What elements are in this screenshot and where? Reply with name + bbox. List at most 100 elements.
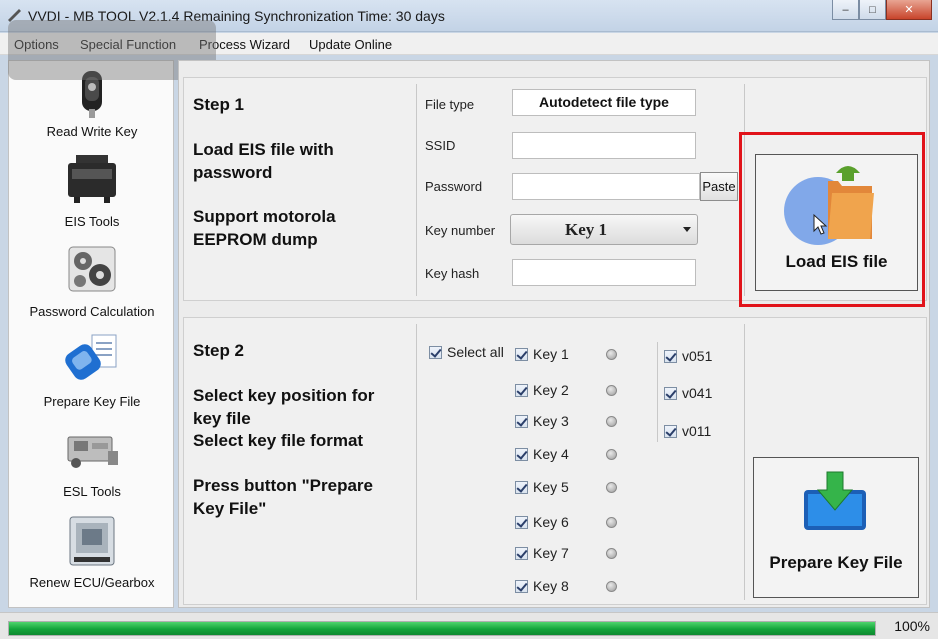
status-led-icon (606, 416, 617, 427)
status-led-icon (606, 482, 617, 493)
step2-line3: Select key file format (193, 431, 364, 450)
key-checkbox[interactable]: Key 4 (515, 446, 569, 462)
divider (416, 324, 417, 600)
step1-title: Step 1 (193, 95, 245, 114)
status-led-icon (606, 449, 617, 460)
key-checkbox[interactable]: Key 2 (515, 382, 569, 398)
select-all-checkbox[interactable]: Select all (429, 344, 504, 360)
format-label: v051 (682, 348, 713, 364)
password-label: Password (425, 179, 483, 194)
file-type-label: File type (425, 97, 475, 112)
key-checkbox[interactable]: Key 1 (515, 346, 569, 362)
key-label: Key 2 (533, 382, 569, 398)
checkbox-checked-icon (515, 579, 528, 593)
checkbox-checked-icon (515, 347, 528, 361)
sidebar-item-label: ESL Tools (63, 484, 121, 499)
checkbox-checked-icon (664, 349, 677, 363)
ssid-field[interactable] (512, 132, 696, 159)
eis-module-icon (68, 155, 116, 203)
key-checkbox[interactable]: Key 3 (515, 413, 569, 429)
key-number-label: Key number (425, 223, 496, 238)
format-checkbox[interactable]: v011 (664, 423, 711, 439)
key-checkbox[interactable]: Key 5 (515, 479, 569, 495)
step2-line4: Press button "Prepare (193, 476, 374, 495)
status-led-icon (606, 349, 617, 360)
file-type-field[interactable]: Autodetect file type (512, 89, 696, 116)
status-led-icon (606, 385, 617, 396)
key-label: Key 8 (533, 578, 569, 594)
key-label: Key 5 (533, 479, 569, 495)
download-to-drive-icon (804, 471, 866, 530)
sidebar: Read Write Key EIS Tools Password Calcul… (8, 60, 174, 608)
window-controls: – □ ✕ (832, 0, 932, 20)
key-label: Key 4 (533, 446, 569, 462)
main-panel: Step 1 Load EIS file with password Suppo… (178, 60, 930, 608)
progress-percent: 100% (894, 618, 930, 634)
step1-line1: Load EIS file with (193, 140, 334, 159)
checkbox-checked-icon (515, 480, 528, 494)
highlight-frame (739, 132, 925, 307)
menu-update-online[interactable]: Update Online (309, 37, 392, 52)
checkbox-checked-icon (515, 515, 528, 529)
minimize-button[interactable]: – (832, 0, 859, 20)
gears-icon (68, 246, 116, 292)
checkbox-checked-icon (515, 447, 528, 461)
key-number-dropdown[interactable]: Key 1 (510, 214, 698, 245)
password-field[interactable] (512, 173, 700, 200)
key-label: Key 6 (533, 514, 569, 530)
step1-line4: EEPROM dump (193, 230, 318, 249)
key-checkbox[interactable]: Key 7 (515, 545, 569, 561)
close-button[interactable]: ✕ (886, 0, 932, 20)
prepare-key-file-button[interactable]: Prepare Key File (753, 457, 919, 598)
divider (744, 324, 745, 600)
key-label: Key 1 (533, 346, 569, 362)
checkbox-checked-icon (664, 386, 677, 400)
checkbox-checked-icon (664, 424, 677, 438)
ssid-label: SSID (425, 138, 456, 153)
format-label: v041 (682, 385, 713, 401)
sidebar-item-esl-tools[interactable]: ESL Tools (9, 417, 175, 507)
divider (657, 342, 658, 442)
sidebar-item-label: Prepare Key File (43, 394, 141, 409)
sidebar-item-eis-tools[interactable]: EIS Tools (9, 147, 175, 237)
progress-fill (9, 622, 875, 635)
step1-line2: password (193, 163, 273, 182)
prepare-key-file-label: Prepare Key File (769, 553, 903, 572)
format-checkbox[interactable]: v041 (664, 385, 712, 401)
ecu-icon (69, 516, 115, 566)
divider (416, 84, 417, 296)
step2-title: Step 2 (193, 341, 245, 360)
key-label: Key 3 (533, 413, 569, 429)
key-file-icon (65, 334, 117, 380)
key-label: Key 7 (533, 545, 569, 561)
key-checkbox[interactable]: Key 6 (515, 514, 569, 530)
sidebar-item-password-calculation[interactable]: Password Calculation (9, 237, 175, 327)
paste-button[interactable]: Paste (700, 172, 738, 201)
status-bar: 100% (0, 612, 938, 639)
checkbox-checked-icon (515, 383, 528, 397)
key-hash-field[interactable] (512, 259, 696, 286)
checkbox-checked-icon (515, 414, 528, 428)
step2-group: Step 2 Select key position for key file … (183, 317, 927, 605)
status-led-icon (606, 581, 617, 592)
step2-line1: Select key position for (193, 386, 375, 405)
step2-line5: Key File" (193, 499, 267, 518)
sidebar-item-label: Read Write Key (46, 124, 138, 139)
sidebar-item-renew-ecu-gearbox[interactable]: Renew ECU/Gearbox (9, 507, 175, 607)
select-all-label: Select all (447, 344, 504, 360)
sidebar-item-prepare-key-file[interactable]: Prepare Key File (9, 327, 175, 417)
sidebar-item-label: EIS Tools (64, 214, 120, 229)
progress-bar (8, 621, 876, 636)
chevron-down-icon (683, 227, 691, 232)
esl-icon (67, 436, 118, 468)
sidebar-item-label: Renew ECU/Gearbox (29, 575, 155, 590)
step2-line2: key file (193, 409, 251, 428)
checkbox-checked-icon (515, 546, 528, 560)
sidebar-item-label: Password Calculation (29, 304, 155, 319)
step1-line3: Support motorola (193, 207, 336, 226)
format-checkbox[interactable]: v051 (664, 348, 712, 364)
key-checkbox[interactable]: Key 8 (515, 578, 569, 594)
key-hash-label: Key hash (425, 266, 480, 281)
maximize-button[interactable]: □ (859, 0, 886, 20)
format-label: v011 (682, 423, 712, 439)
